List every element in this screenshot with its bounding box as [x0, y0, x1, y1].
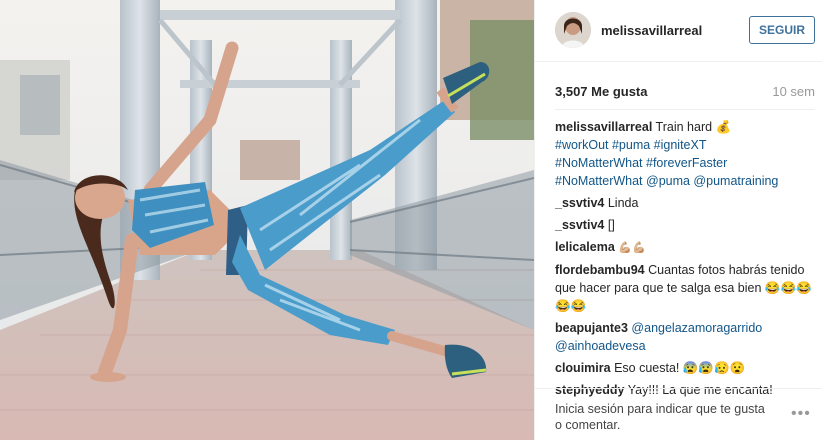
avatar[interactable]	[555, 12, 591, 48]
comments-list: melissavillarreal Train hard 💰 #workOut …	[555, 118, 817, 403]
list-item: clouimira Eso cuesta! 😰😰😥😧	[555, 359, 817, 377]
follow-button[interactable]: SEGUIR	[749, 16, 815, 44]
comment-username[interactable]: flordebambu94	[555, 263, 645, 277]
list-item: _ssvtiv4 []	[555, 216, 817, 234]
more-options-icon[interactable]: •••	[791, 406, 815, 422]
post-stats: 3,507 Me gusta 10 sem	[555, 62, 815, 110]
comment-text: Linda	[607, 196, 639, 210]
list-item: flordebambu94 Cuantas fotos habrás tenid…	[555, 261, 817, 315]
login-prompt[interactable]: Inicia sesión para indicar que te gusta …	[555, 401, 775, 433]
likes-count[interactable]: 3,507 Me gusta	[555, 84, 648, 99]
comment-username[interactable]: clouimira	[555, 361, 611, 375]
comment-username[interactable]: lelicalema	[555, 240, 615, 254]
post-sidebar: melissavillarreal SEGUIR 3,507 Me gusta …	[534, 0, 822, 440]
list-item: beapujante3 @angelazamoragarrido @ainhoa…	[555, 319, 817, 355]
comment-username[interactable]: beapujante3	[555, 321, 628, 335]
post-time[interactable]: 10 sem	[772, 84, 815, 99]
caption-comment: melissavillarreal Train hard 💰 #workOut …	[555, 118, 817, 190]
comment-text: 💪🏼💪🏼	[618, 241, 646, 254]
post-header: melissavillarreal SEGUIR	[535, 0, 822, 62]
avatar-image	[555, 12, 591, 48]
comment-hashtags[interactable]: #workOut #puma #igniteXT #NoMatterWhat #…	[555, 138, 778, 188]
list-item: _ssvtiv4 Linda	[555, 194, 817, 212]
comment-username[interactable]: _ssvtiv4	[555, 196, 604, 210]
comment-text: Eso cuesta! 😰😰😥😧	[614, 361, 746, 375]
post-footer: Inicia sesión para indicar que te gusta …	[535, 388, 822, 440]
comment-text: Train hard 💰	[655, 120, 732, 134]
post-image	[0, 0, 534, 440]
comment-username[interactable]: melissavillarreal	[555, 120, 652, 134]
comment-username[interactable]: _ssvtiv4	[555, 218, 604, 232]
list-item: lelicalema 💪🏼💪🏼	[555, 238, 817, 257]
post-author-username[interactable]: melissavillarreal	[601, 23, 702, 38]
comment-text: []	[607, 218, 615, 232]
post-photo[interactable]	[0, 0, 534, 440]
